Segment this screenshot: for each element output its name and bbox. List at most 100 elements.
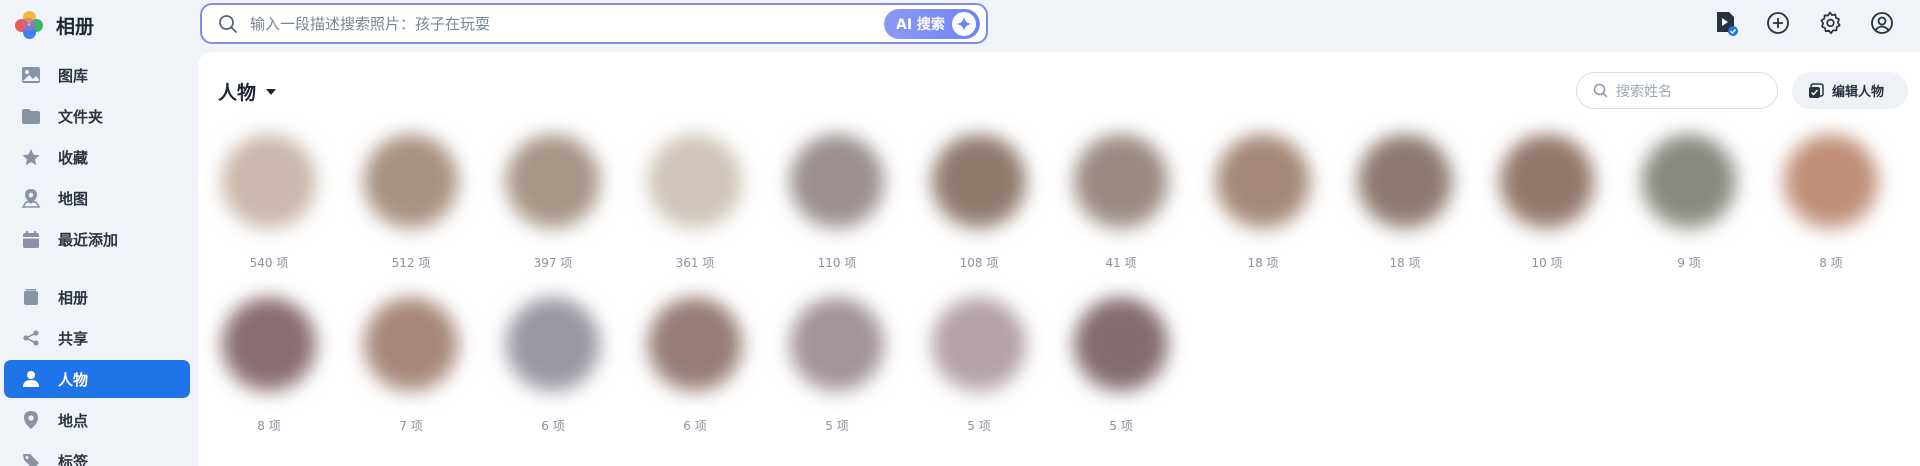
sidebar-item-albums[interactable]: 相册 xyxy=(4,278,190,316)
person-photo-count: 540 项 xyxy=(249,256,289,270)
person-photo-count: 5 项 xyxy=(825,419,849,433)
person-card[interactable]: 9 项 xyxy=(1618,134,1760,270)
person-avatar xyxy=(363,134,459,230)
sidebar-item-shared[interactable]: 共享 xyxy=(4,319,190,357)
person-avatar xyxy=(505,297,601,393)
person-card[interactable]: 110 项 xyxy=(766,134,908,270)
person-card[interactable]: 5 项 xyxy=(908,297,1050,433)
person-card[interactable]: 7 项 xyxy=(340,297,482,433)
person-photo-count: 41 项 xyxy=(1105,256,1137,270)
person-avatar xyxy=(1073,297,1169,393)
app-logo-icon xyxy=(14,10,44,40)
person-card[interactable]: 397 项 xyxy=(482,134,624,270)
sidebar-item-favorites[interactable]: 收藏 xyxy=(4,138,190,176)
person-card[interactable]: 361 项 xyxy=(624,134,766,270)
sidebar-item-label: 相册 xyxy=(58,288,89,307)
person-avatar xyxy=(1641,134,1737,230)
person-photo-count: 6 项 xyxy=(541,419,565,433)
main-panel: 人物 搜索姓名 编辑人物 540 项 512 项 397 项 361 项 110 项 10… xyxy=(198,52,1920,466)
person-avatar xyxy=(789,297,885,393)
person-card[interactable]: 6 项 xyxy=(624,297,766,433)
sidebar-item-map[interactable]: 地图 xyxy=(4,179,190,217)
ai-search-button[interactable]: AI 搜索 xyxy=(884,9,980,39)
person-photo-count: 5 项 xyxy=(967,419,991,433)
person-photo-count: 512 项 xyxy=(391,256,431,270)
person-card[interactable]: 5 项 xyxy=(1050,297,1192,433)
top-actions xyxy=(1712,9,1920,37)
app-brand: 相册 xyxy=(14,10,94,40)
person-photo-count: 110 项 xyxy=(817,256,857,270)
person-avatar xyxy=(221,297,317,393)
person-photo-count: 5 项 xyxy=(1109,419,1133,433)
person-card[interactable]: 8 项 xyxy=(198,297,340,433)
search-icon xyxy=(1593,83,1608,98)
sidebar-item-tags[interactable]: 标签 xyxy=(4,442,190,466)
person-avatar xyxy=(647,297,743,393)
location-icon xyxy=(20,409,42,431)
add-icon[interactable] xyxy=(1764,9,1792,37)
person-avatar xyxy=(221,134,317,230)
edit-people-button[interactable]: 编辑人物 xyxy=(1792,72,1908,109)
person-avatar xyxy=(1783,134,1879,230)
ai-search-box[interactable]: 输入一段描述搜索照片：孩子在玩耍 AI 搜索 xyxy=(200,3,988,44)
person-avatar xyxy=(1215,134,1311,230)
task-icon[interactable] xyxy=(1712,9,1740,37)
name-search-field[interactable]: 搜索姓名 xyxy=(1576,72,1778,109)
person-photo-count: 8 项 xyxy=(257,419,281,433)
star-icon xyxy=(20,146,42,168)
app-title: 相册 xyxy=(56,15,95,38)
person-card[interactable]: 8 项 xyxy=(1760,134,1902,270)
sidebar-item-label: 地图 xyxy=(58,189,89,208)
sidebar-nav: 图库 文件夹 收藏 地图 最近添加 相册 共享 人物 地点 标签 xyxy=(4,56,190,466)
person-card[interactable]: 18 项 xyxy=(1192,134,1334,270)
account-icon[interactable] xyxy=(1868,9,1896,37)
sidebar-item-places[interactable]: 地点 xyxy=(4,401,190,439)
sidebar-item-label: 地点 xyxy=(58,411,89,430)
person-card[interactable]: 540 项 xyxy=(198,134,340,270)
sidebar-divider xyxy=(4,261,190,278)
sparkle-icon xyxy=(952,12,976,36)
caret-down-icon xyxy=(266,88,277,95)
sidebar-item-people[interactable]: 人物 xyxy=(4,360,190,398)
edit-icon xyxy=(1808,82,1824,99)
sidebar-item-label: 人物 xyxy=(58,370,89,389)
person-photo-count: 18 项 xyxy=(1247,256,1279,270)
person-card[interactable]: 5 项 xyxy=(766,297,908,433)
top-bar: 输入一段描述搜索照片：孩子在玩耍 AI 搜索 xyxy=(198,0,1920,50)
folder-icon xyxy=(20,105,42,127)
person-photo-count: 8 项 xyxy=(1819,256,1843,270)
person-avatar xyxy=(931,134,1027,230)
sidebar-item-label: 最近添加 xyxy=(58,230,119,249)
share-icon xyxy=(20,327,42,349)
person-card[interactable]: 108 项 xyxy=(908,134,1050,270)
sidebar-item-label: 收藏 xyxy=(58,148,89,167)
name-search-input[interactable]: 搜索姓名 xyxy=(1616,81,1672,101)
sidebar-item-label: 共享 xyxy=(58,329,89,348)
person-avatar xyxy=(931,297,1027,393)
sidebar-item-folders[interactable]: 文件夹 xyxy=(4,97,190,135)
person-photo-count: 10 项 xyxy=(1531,256,1563,270)
person-card[interactable]: 10 项 xyxy=(1476,134,1618,270)
person-avatar xyxy=(505,134,601,230)
search-input[interactable]: 输入一段描述搜索照片：孩子在玩耍 xyxy=(250,13,490,34)
search-icon xyxy=(218,14,238,34)
person-photo-count: 361 项 xyxy=(675,256,715,270)
person-card[interactable]: 18 项 xyxy=(1334,134,1476,270)
sidebar-item-gallery[interactable]: 图库 xyxy=(4,56,190,94)
people-view-selector[interactable]: 人物 xyxy=(218,78,277,105)
person-card[interactable]: 6 项 xyxy=(482,297,624,433)
person-card[interactable]: 41 项 xyxy=(1050,134,1192,270)
person-icon xyxy=(20,368,42,390)
person-avatar xyxy=(789,134,885,230)
gear-icon[interactable] xyxy=(1816,9,1844,37)
person-photo-count: 18 项 xyxy=(1389,256,1421,270)
person-card[interactable]: 512 项 xyxy=(340,134,482,270)
person-photo-count: 397 项 xyxy=(533,256,573,270)
edit-people-label: 编辑人物 xyxy=(1832,85,1885,100)
person-avatar xyxy=(1499,134,1595,230)
person-avatar xyxy=(1073,134,1169,230)
person-photo-count: 6 项 xyxy=(683,419,707,433)
sidebar: 相册 图库 文件夹 收藏 地图 最近添加 相册 共享 人物 地点 标签 xyxy=(0,0,198,466)
page-title: 人物 xyxy=(218,82,257,104)
sidebar-item-recent[interactable]: 最近添加 xyxy=(4,220,190,258)
